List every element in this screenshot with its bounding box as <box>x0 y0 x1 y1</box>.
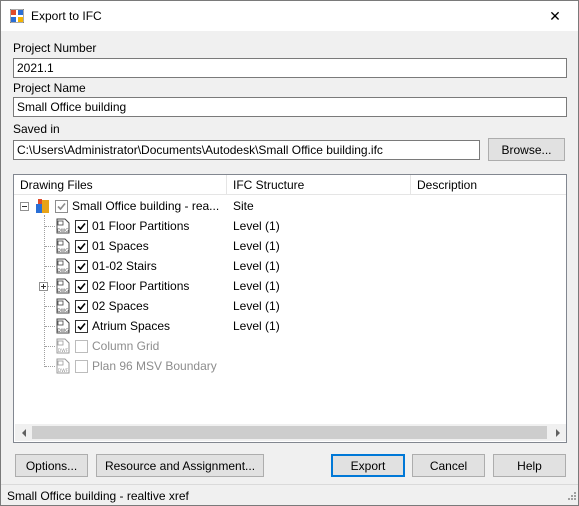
options-button[interactable]: Options... <box>15 454 88 477</box>
item-checkbox <box>75 340 88 353</box>
tree-line <box>45 226 55 227</box>
title-bar: Export to IFC ✕ <box>1 1 578 31</box>
scrollbar-thumb[interactable] <box>32 426 547 439</box>
horizontal-scrollbar[interactable] <box>15 424 566 441</box>
svg-text:DWG: DWG <box>57 248 69 254</box>
item-structure: Level (1) <box>233 239 280 253</box>
tree-line <box>45 346 55 347</box>
svg-text:DWF: DWF <box>58 348 69 354</box>
status-text: Small Office building - realtive xref <box>7 489 189 503</box>
item-name: 02 Spaces <box>92 299 149 313</box>
tree-item-row[interactable]: DWG 01-02 Stairs Level (1) <box>14 256 566 276</box>
item-name: Atrium Spaces <box>92 319 171 333</box>
dwg-file-icon: DWG <box>55 238 71 254</box>
column-drawing-files[interactable]: Drawing Files <box>14 175 227 195</box>
export-button[interactable]: Export <box>331 454 405 477</box>
tree-line <box>45 366 55 367</box>
item-name: Plan 96 MSV Boundary <box>92 359 217 373</box>
tree-root-row[interactable]: Small Office building - rea... Site <box>14 196 566 216</box>
tree-item-row[interactable]: DWG 02 Spaces Level (1) <box>14 296 566 316</box>
saved-in-path-field[interactable]: C:\Users\Administrator\Documents\Autodes… <box>13 140 480 160</box>
window-title: Export to IFC <box>31 9 102 23</box>
dwg-file-icon: DWG <box>55 258 71 274</box>
item-name: 01 Floor Partitions <box>92 219 190 233</box>
item-name: Column Grid <box>92 339 160 353</box>
tree-header: Drawing Files IFC Structure Description <box>14 175 566 195</box>
building-model-icon <box>35 198 51 214</box>
item-checkbox[interactable] <box>75 300 88 313</box>
svg-text:DWG: DWG <box>57 328 69 334</box>
item-checkbox <box>75 360 88 373</box>
browse-button[interactable]: Browse... <box>488 138 565 161</box>
item-checkbox[interactable] <box>75 240 88 253</box>
svg-text:DWG: DWG <box>57 288 69 294</box>
collapse-icon[interactable] <box>20 202 29 211</box>
tree-item-row[interactable]: DWG 01 Floor Partitions Level (1) <box>14 216 566 236</box>
tree-item-row[interactable]: DWF Plan 96 MSV Boundary <box>14 356 566 376</box>
tree-line <box>45 246 55 247</box>
app-icon <box>9 8 25 24</box>
project-number-label: Project Number <box>13 41 97 55</box>
item-structure: Level (1) <box>233 219 280 233</box>
item-name: 02 Floor Partitions <box>92 279 190 293</box>
export-ifc-dialog: Export to IFC ✕ Project Number 2021.1 Pr… <box>0 0 579 506</box>
close-icon: ✕ <box>549 7 561 24</box>
close-button[interactable]: ✕ <box>532 1 578 31</box>
cancel-button[interactable]: Cancel <box>412 454 485 477</box>
svg-text:DWG: DWG <box>57 228 69 234</box>
item-name: 01-02 Stairs <box>92 259 157 273</box>
project-number-field[interactable]: 2021.1 <box>13 58 567 78</box>
item-name: 01 Spaces <box>92 239 149 253</box>
dwg-file-icon: DWG <box>55 278 71 294</box>
tree-line <box>45 266 55 267</box>
status-bar: Small Office building - realtive xref <box>1 484 578 505</box>
root-checkbox[interactable] <box>55 200 68 213</box>
root-structure: Site <box>233 199 254 213</box>
scroll-left-arrow-icon[interactable] <box>15 424 32 441</box>
tree-line <box>45 326 55 327</box>
svg-text:DWG: DWG <box>57 268 69 274</box>
column-description[interactable]: Description <box>411 175 566 195</box>
item-structure: Level (1) <box>233 319 280 333</box>
dwf-file-icon: DWF <box>55 338 71 354</box>
item-checkbox[interactable] <box>75 320 88 333</box>
item-checkbox[interactable] <box>75 260 88 273</box>
item-checkbox[interactable] <box>75 220 88 233</box>
project-name-label: Project Name <box>13 81 86 95</box>
resource-assignment-button[interactable]: Resource and Assignment... <box>96 454 264 477</box>
project-name-field[interactable]: Small Office building <box>13 97 567 117</box>
tree-item-row[interactable]: DWF Column Grid <box>14 336 566 356</box>
saved-in-label: Saved in <box>13 122 60 136</box>
resize-grip-icon[interactable] <box>566 489 576 503</box>
expand-icon[interactable] <box>39 282 48 291</box>
root-name: Small Office building - rea... <box>72 199 220 213</box>
tree-item-row[interactable]: DWG 01 Spaces Level (1) <box>14 236 566 256</box>
dwg-file-icon: DWG <box>55 298 71 314</box>
column-ifc-structure[interactable]: IFC Structure <box>227 175 411 195</box>
dwg-file-icon: DWG <box>55 318 71 334</box>
item-checkbox[interactable] <box>75 280 88 293</box>
svg-text:DWF: DWF <box>58 368 69 374</box>
tree-item-row[interactable]: DWG Atrium Spaces Level (1) <box>14 316 566 336</box>
item-structure: Level (1) <box>233 279 280 293</box>
item-structure: Level (1) <box>233 259 280 273</box>
help-button[interactable]: Help <box>493 454 566 477</box>
tree-line <box>45 306 55 307</box>
item-structure: Level (1) <box>233 299 280 313</box>
drawing-files-tree[interactable]: Drawing Files IFC Structure Description <box>13 174 567 443</box>
tree-item-row[interactable]: DWG 02 Floor Partitions Level (1) <box>14 276 566 296</box>
scroll-right-arrow-icon[interactable] <box>549 424 566 441</box>
svg-text:DWG: DWG <box>57 308 69 314</box>
dwg-file-icon: DWG <box>55 218 71 234</box>
dwf-file-icon: DWF <box>55 358 71 374</box>
